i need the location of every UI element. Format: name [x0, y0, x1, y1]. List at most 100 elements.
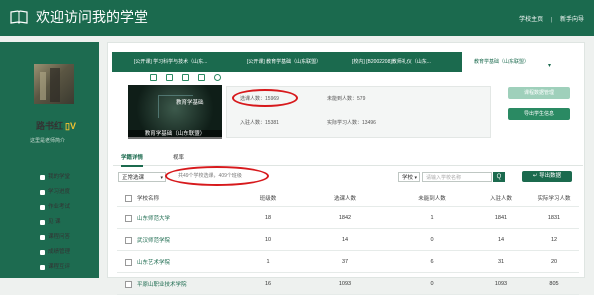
top-links: 学校主页 | 新手向导	[513, 14, 584, 23]
vip-badge: ▯V	[65, 121, 76, 131]
school-name-link[interactable]: 山东师范大学	[117, 206, 237, 229]
course-tabs: [公开课] 学习科学与技术（山东... [公开课] 教育学基础（山东联盟） [校…	[112, 52, 567, 72]
thumbnail-title: 教育学基础	[176, 100, 204, 106]
school-home-link[interactable]: 学校主页	[519, 17, 543, 23]
cell-classes: 1	[237, 250, 299, 273]
avatar[interactable]	[34, 64, 74, 104]
cell-learning: 805	[529, 272, 579, 295]
review-icon	[40, 265, 45, 270]
row-checkbox[interactable]	[125, 214, 132, 222]
sidebar-item-my-school[interactable]: 我的学堂	[0, 170, 99, 185]
book-logo-icon	[10, 10, 28, 24]
row-checkbox[interactable]	[125, 258, 132, 266]
column-header-enrolled[interactable]: 选课人数	[299, 190, 391, 207]
share-icon[interactable]	[198, 74, 205, 81]
sidebar-item-class[interactable]: 见 课	[0, 215, 99, 230]
chevron-down-icon[interactable]: ▾	[548, 62, 551, 69]
table-row[interactable]: 山东师范大学 18 1842 1 1841 1831	[117, 206, 579, 229]
sidebar-item-grades[interactable]: 成绩管理	[0, 245, 99, 260]
cell-learning: 1831	[529, 206, 579, 229]
export-data-button[interactable]: ↵ 导出数据	[522, 171, 572, 182]
sidebar-item-qa[interactable]: 课程问答	[0, 230, 99, 245]
cell-visited: 14	[473, 228, 529, 251]
cell-enrolled: 1093	[299, 272, 391, 295]
cell-learning: 20	[529, 250, 579, 273]
site-title: 欢迎访问我的学堂	[36, 9, 148, 25]
cell-learning: 12	[529, 228, 579, 251]
newbie-guide-link[interactable]: 新手向导	[560, 17, 584, 23]
column-header-learning[interactable]: 实际学习人数	[529, 190, 579, 207]
school-table: 学校名称 班级数 选课人数 未能到人数 入驻人数 实际学习人数 山东师范大学 1…	[117, 190, 579, 295]
user-name: 路书红 ▯V	[36, 119, 76, 132]
select-all-checkbox[interactable]	[125, 195, 132, 202]
cell-classes: 16	[237, 272, 299, 295]
document-icon[interactable]	[150, 74, 157, 81]
progress-icon	[40, 190, 45, 195]
home-icon	[40, 175, 45, 180]
row-checkbox[interactable]	[125, 280, 132, 288]
top-bar: 欢迎访问我的学堂 学校主页 | 新手向导	[0, 0, 594, 36]
enrollment-status-select[interactable]: 正常选课 ▾	[118, 172, 166, 182]
sidebar-nav: 我的学堂 学习进度 作业考试 见 课 课程问答 成绩管理 课程互评	[0, 170, 99, 275]
tab-course-education-basics[interactable]: 教育学基础（山东联盟）	[462, 52, 567, 72]
detail-subtabs: 学籍详情 视率	[113, 153, 583, 167]
course-data-manage-button[interactable]: 课程数据管理	[508, 87, 570, 99]
school-name-link[interactable]: 山东艺术学院	[117, 250, 237, 273]
cell-enrolled: 14	[299, 228, 391, 251]
expand-icon[interactable]	[166, 74, 173, 81]
cell-not-visited: 1	[391, 206, 473, 229]
tab-view-rate[interactable]: 视率	[173, 153, 184, 165]
school-name-link[interactable]: 平原山职业技术学院	[117, 272, 237, 295]
course-tools	[146, 73, 224, 83]
settings-icon[interactable]	[214, 74, 221, 81]
qa-icon	[40, 235, 45, 240]
cell-visited: 1841	[473, 206, 529, 229]
highlight-annotation-enrolled	[232, 89, 298, 107]
class-icon	[40, 220, 45, 225]
search-icon: Q	[496, 174, 502, 180]
cell-not-visited: 6	[391, 250, 473, 273]
thumbnail-caption: 教育学基础（山东联盟）	[128, 130, 222, 139]
school-search-input[interactable]: 请输入学校名称	[422, 172, 492, 182]
cell-not-visited: 0	[391, 272, 473, 295]
cell-not-visited: 0	[391, 228, 473, 251]
chevron-down-icon: ▾	[414, 175, 417, 181]
column-header-visited[interactable]: 入驻人数	[473, 190, 529, 207]
cell-enrolled: 37	[299, 250, 391, 273]
table-header-row: 学校名称 班级数 选课人数 未能到人数 入驻人数 实际学习人数	[117, 190, 579, 207]
tab-course-teacher-etiquette[interactable]: [校内] [B2002208]教师礼仪（山东...	[352, 52, 431, 72]
cell-classes: 18	[237, 206, 299, 229]
user-subtitle: 这里是老师简介	[30, 138, 66, 144]
tab-enrollment-details[interactable]: 学籍详情	[121, 153, 144, 167]
highlight-annotation-summary	[165, 166, 269, 186]
row-checkbox[interactable]	[125, 236, 132, 244]
sidebar-item-progress[interactable]: 学习进度	[0, 185, 99, 200]
chevron-down-icon: ▾	[160, 175, 163, 181]
edit-icon[interactable]	[182, 74, 189, 81]
export-students-button[interactable]: 导出学生信息	[508, 108, 570, 120]
cell-classes: 10	[237, 228, 299, 251]
user-name-text: 路书红	[36, 121, 64, 131]
school-name-link[interactable]: 武汉师范学院	[117, 228, 237, 251]
sidebar-item-peer-review[interactable]: 课程互评	[0, 260, 99, 275]
cell-enrolled: 1842	[299, 206, 391, 229]
column-header-school: 学校名称	[117, 190, 237, 207]
grade-icon	[40, 250, 45, 255]
table-row[interactable]: 平原山职业技术学院 16 1093 0 1093 805	[117, 272, 579, 295]
cell-visited: 31	[473, 250, 529, 273]
tab-course-education-basics-public[interactable]: [公开课] 教育学基础（山东联盟）	[247, 52, 321, 72]
search-scope-select[interactable]: 学校 ▾	[398, 172, 420, 182]
column-header-classes[interactable]: 班级数	[237, 190, 299, 207]
exam-icon	[40, 205, 45, 210]
stat-not-visited: 未能到人数：579	[327, 96, 366, 102]
sidebar-item-exams[interactable]: 作业考试	[0, 200, 99, 215]
link-separator: |	[550, 17, 553, 23]
column-header-not-visited[interactable]: 未能到人数	[391, 190, 473, 207]
table-row[interactable]: 武汉师范学院 10 14 0 14 12	[117, 228, 579, 251]
search-button[interactable]: Q	[493, 172, 505, 182]
stat-learning: 实际学习人数：13496	[327, 120, 376, 126]
table-row[interactable]: 山东艺术学院 1 37 6 31 20	[117, 250, 579, 273]
stat-visited: 入驻人数：15381	[240, 120, 279, 126]
tab-course-learning-science[interactable]: [公开课] 学习科学与技术（山东...	[134, 52, 207, 72]
cell-visited: 1093	[473, 272, 529, 295]
